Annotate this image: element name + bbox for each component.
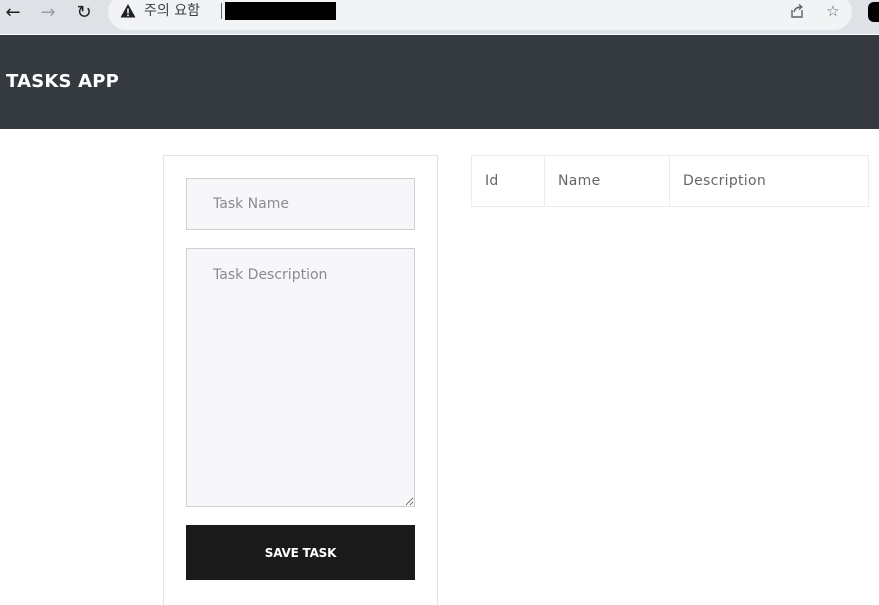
warning-triangle-icon[interactable]	[120, 3, 136, 19]
app-brand[interactable]: TASKS APP	[6, 71, 119, 92]
column-header-description: Description	[669, 155, 869, 207]
forward-arrow-icon[interactable]: →	[36, 0, 60, 24]
task-name-input[interactable]	[186, 178, 415, 230]
extension-icon[interactable]	[868, 2, 879, 22]
share-icon[interactable]	[786, 0, 808, 22]
table-header-row: Id Name Description	[472, 155, 869, 207]
tasks-table: Id Name Description	[471, 155, 869, 208]
redacted-url	[225, 2, 336, 20]
reload-icon[interactable]: ↻	[72, 0, 96, 24]
bookmark-star-icon[interactable]: ☆	[822, 0, 844, 22]
column-header-id: Id	[485, 173, 499, 189]
task-description-textarea[interactable]	[186, 248, 415, 507]
save-task-button[interactable]: SAVE TASK	[186, 525, 415, 580]
column-header-name: Name	[544, 155, 670, 207]
app-navbar: TASKS APP	[0, 35, 879, 129]
address-bar[interactable]: 주의 요함 ☆	[108, 0, 852, 30]
address-separator	[221, 3, 222, 19]
tasks-table-body	[472, 207, 869, 208]
task-form-card: SAVE TASK	[163, 155, 438, 605]
back-arrow-icon[interactable]: ←	[1, 0, 25, 24]
security-warning-text[interactable]: 주의 요함	[144, 2, 200, 20]
browser-toolbar: ← → ↻ 주의 요함 ☆	[0, 0, 879, 34]
